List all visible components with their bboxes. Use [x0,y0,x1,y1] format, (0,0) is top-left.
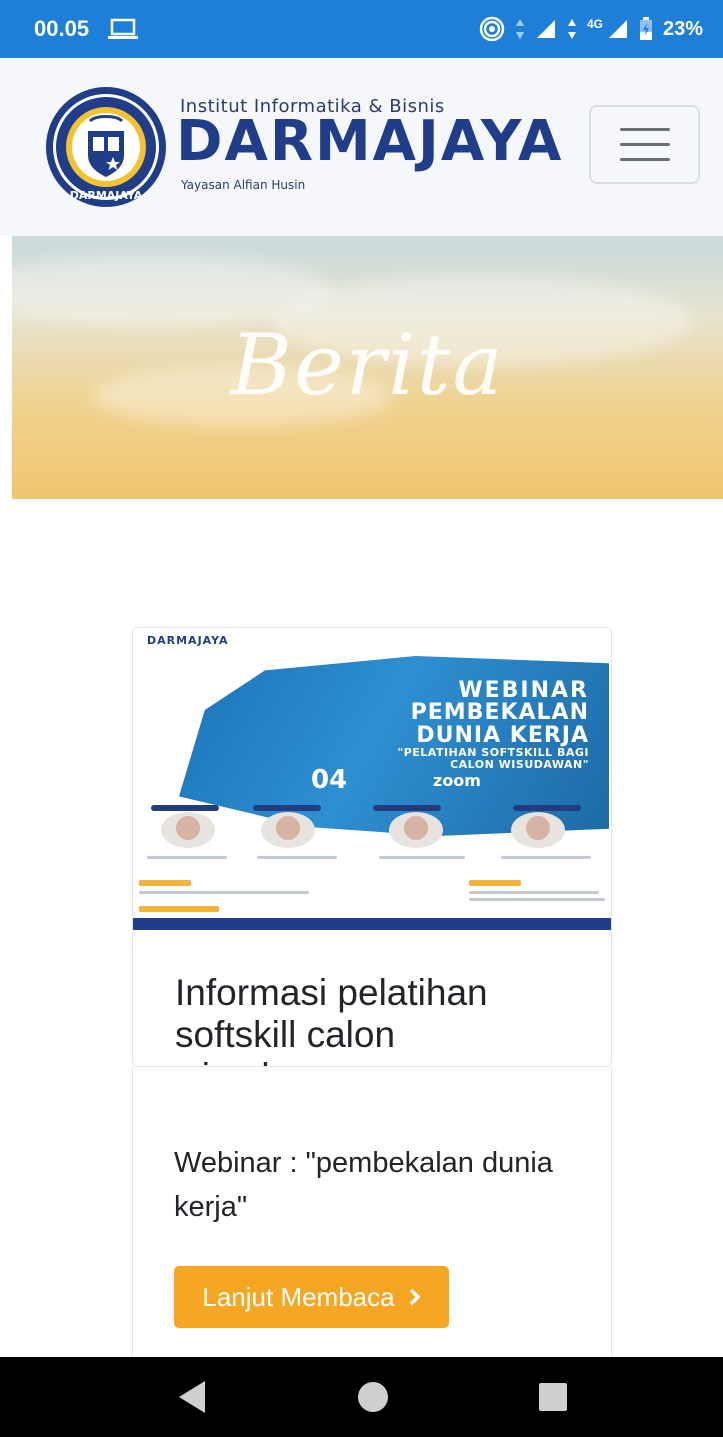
recents-square-icon[interactable] [538,1382,568,1412]
site-header: DARMAJAYA Institut Informatika & Bisnis … [0,58,723,236]
signal-icon [536,20,555,38]
status-bar: 00.05 4G 23% [0,0,723,58]
speaker-label [253,805,321,811]
speaker-label [373,805,441,811]
news-title[interactable]: Informasi pelatihan softskill calon wisu… [175,972,575,1066]
data-arrows-icon-2 [567,19,576,39]
speaker-photo [161,812,215,848]
battery-level: 23% [662,17,703,40]
status-bar-left: 00.05 [34,16,139,42]
speaker-photo [389,812,443,848]
poster-logo: DARMAJAYA [147,634,229,647]
battery-icon [639,17,652,40]
speaker-label [513,805,581,811]
news-card: DARMAJAYA WEBINAR PEMBEKALAN DUNIA KERJA… [132,627,612,1067]
menu-bar-icon [619,128,670,131]
speaker-label [151,805,219,811]
poster-platform: zoom [433,771,481,790]
read-more-button[interactable]: Lanjut Membaca [174,1266,449,1328]
laptop-icon [108,18,139,39]
chevron-right-icon [409,1288,421,1306]
card-left-border [132,1067,133,1357]
speaker-photo [261,812,315,848]
hamburger-menu-button[interactable] [589,105,700,184]
page-title: Berita [230,316,505,414]
poster-date: 04 [311,765,348,795]
poster-headline: WEBINAR PEMBEKALAN DUNIA KERJA "PELATIHA… [397,678,589,771]
brand-name[interactable]: DARMAJAYA [176,114,563,170]
poster-footer-bar [133,918,611,930]
svg-text:DARMAJAYA: DARMAJAYA [70,189,143,202]
home-circle-icon[interactable] [357,1381,389,1413]
status-bar-right: 4G 23% [479,16,703,42]
foundation-name: Yayasan Alfian Husin [181,178,306,192]
status-time: 00.05 [34,16,90,41]
navigation-bar [0,1357,723,1437]
news-excerpt: Webinar : "pembekalan dunia kerja" [174,1147,553,1223]
menu-bar-icon [619,143,670,146]
network-type: 4G [586,16,603,31]
hotspot-icon [479,16,505,42]
back-triangle-icon[interactable] [175,1379,211,1415]
page-banner: Berita [12,236,723,499]
darmajaya-seal-logo[interactable]: DARMAJAYA [44,85,168,209]
data-arrows-icon [515,19,524,39]
signal-icon-2 [608,20,627,38]
read-more-label: Lanjut Membaca [202,1281,395,1312]
news-card-image[interactable]: DARMAJAYA WEBINAR PEMBEKALAN DUNIA KERJA… [133,628,611,930]
card-right-border [611,1067,612,1357]
menu-bar-icon [619,158,670,161]
speaker-photo [511,812,565,848]
